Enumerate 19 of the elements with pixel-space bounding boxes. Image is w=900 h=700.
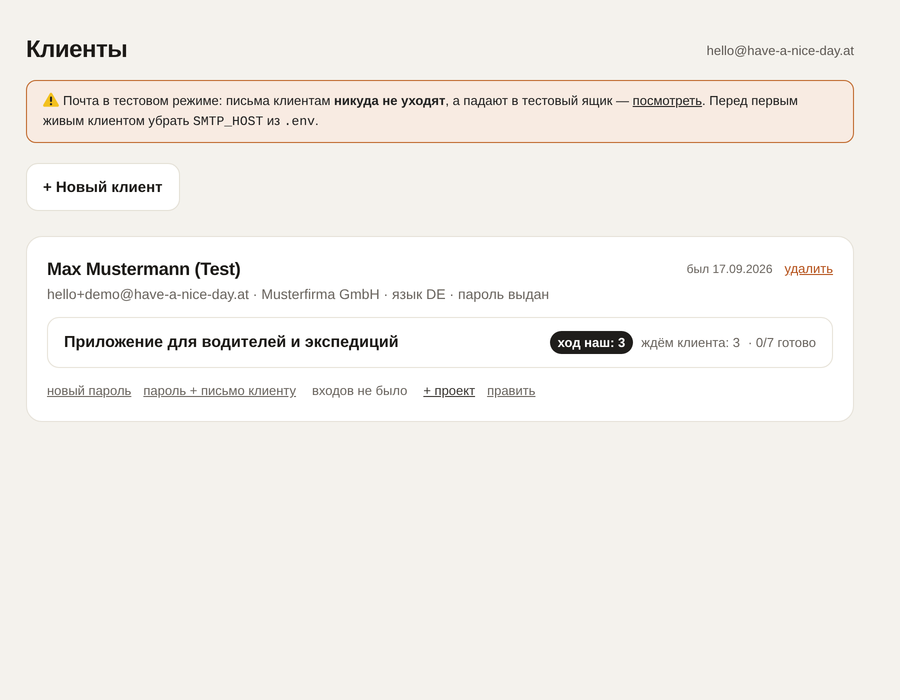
progress-text: · 0/7 готово <box>748 335 816 350</box>
count-badge: ход наш: 3 <box>550 331 634 354</box>
login-status-text: входов не было <box>311 382 408 400</box>
action-link[interactable]: пароль + письмо клиенту <box>143 382 296 400</box>
action-link[interactable]: новый пароль <box>47 382 132 400</box>
project-title: Приложение для водителей и экспедиций <box>64 333 399 353</box>
page-title: Клиенты <box>26 36 128 64</box>
account-email: hello@have-a-nice-day.at <box>706 42 854 58</box>
warning-icon <box>43 92 59 107</box>
add-project-link[interactable]: + проект <box>423 382 476 400</box>
new-client-button[interactable]: + Новый клиент <box>26 163 180 211</box>
client-details: hello+demo@have-a-nice-day.at · Musterfirma GmbH · язык DE · пароль выдан <box>47 285 550 303</box>
client-name: Max Mustermann (Test) <box>47 258 242 281</box>
waiting-count-text: ждём клиента: 3 <box>641 335 740 350</box>
warning-text: Почта в тестовом режиме: письма клиентам никуда не уходят, а падают в тестовый ящик — посмотреть. Перед первым живым клиентом убрать SMTP_HOST из .env. <box>43 91 799 131</box>
view-link[interactable]: посмотреть <box>632 93 702 108</box>
last-seen-text: был 17.09.2026 <box>686 261 773 278</box>
delete-link[interactable]: удалить <box>784 257 833 281</box>
action-link[interactable]: править <box>487 382 536 400</box>
